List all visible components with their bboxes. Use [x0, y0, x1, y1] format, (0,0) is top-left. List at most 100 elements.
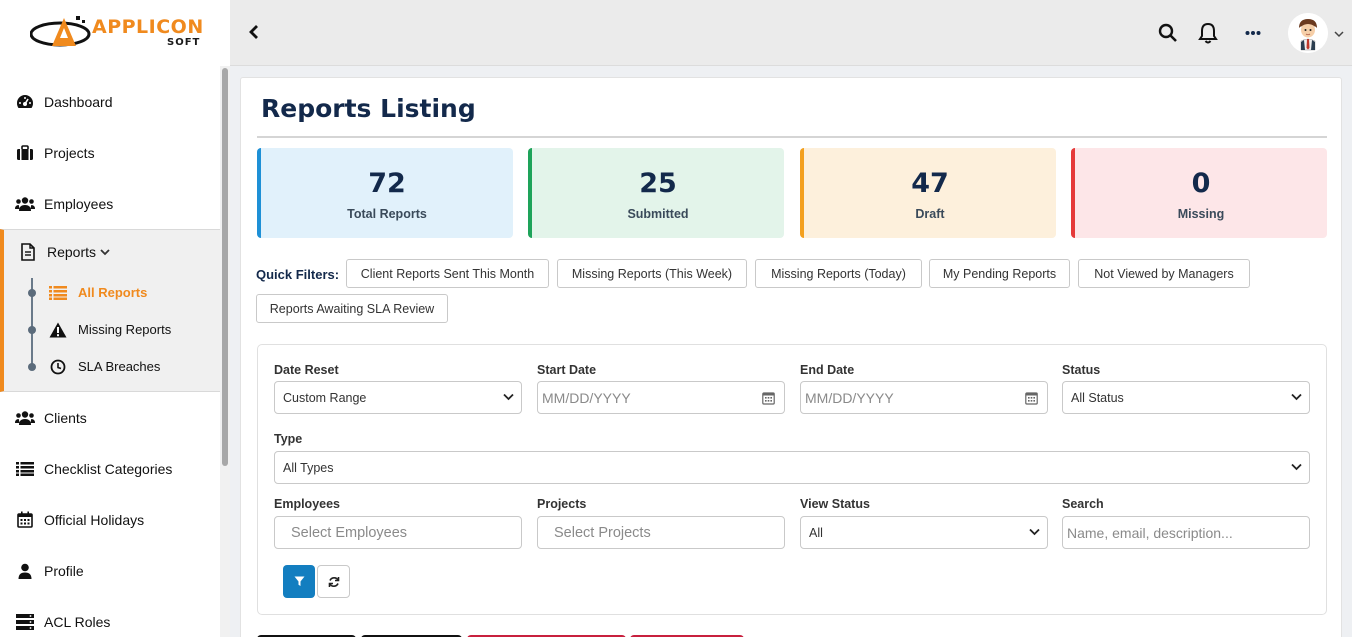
quick-filter-chip[interactable]: Reports Awaiting SLA Review — [256, 294, 448, 323]
filter-icon — [294, 576, 304, 586]
reset-filter-button[interactable] — [317, 565, 350, 598]
sidebar-item-acl-roles[interactable]: ACL Roles — [0, 596, 220, 637]
avatar[interactable] — [1288, 13, 1328, 53]
employees-label: Employees — [274, 497, 341, 511]
sidebar-item-employees[interactable]: Employees — [0, 178, 220, 229]
chevron-down-icon — [503, 393, 514, 401]
sidebar-item-label: Projects — [44, 144, 95, 161]
brand-name: APPLICON — [92, 16, 204, 38]
view-status-select[interactable]: All — [800, 516, 1048, 549]
user-icon — [15, 561, 35, 581]
stat-label: Submitted — [627, 207, 689, 221]
end-date-placeholder: MM/DD/YYYY — [805, 389, 894, 406]
sidebar-item-all-reports[interactable]: All Reports — [4, 274, 220, 311]
submenu-dot — [28, 326, 36, 334]
sidebar-item-label: Profile — [44, 562, 84, 579]
quick-filter-chip[interactable]: Client Reports Sent This Month — [346, 259, 549, 288]
sidebar-scrollbar[interactable] — [220, 66, 230, 637]
chevron-down-icon — [1029, 528, 1040, 536]
sidebar-item-projects[interactable]: Projects — [0, 127, 220, 178]
stat-label: Draft — [915, 207, 945, 221]
chevron-down-icon — [1291, 393, 1302, 401]
quick-filter-chip[interactable]: Missing Reports (Today) — [755, 259, 922, 288]
reports-submenu: All Reports Missing Reports SLA Breaches — [4, 274, 220, 391]
status-label: Status — [1062, 363, 1101, 377]
apply-filter-button[interactable] — [283, 565, 315, 598]
search-label: Search — [1062, 497, 1104, 511]
chevron-down-icon — [1334, 31, 1344, 38]
top-header — [230, 0, 1352, 66]
quick-filter-chip[interactable]: Missing Reports (This Week) — [557, 259, 747, 288]
sidebar-nav: Dashboard Projects Employees Reports All… — [0, 76, 220, 637]
projects-multiselect[interactable]: Select Projects — [537, 516, 785, 549]
search-placeholder: Name, email, description... — [1067, 524, 1233, 541]
sidebar-item-sla-breaches[interactable]: SLA Breaches — [4, 348, 220, 385]
sidebar-item-reports[interactable]: Reports — [4, 230, 220, 274]
search-icon — [1158, 23, 1177, 42]
search-input[interactable]: Name, email, description... — [1062, 516, 1310, 549]
sidebar: APPLICON SOFT Dashboard Projects Employe… — [0, 0, 230, 637]
sidebar-item-profile[interactable]: Profile — [0, 545, 220, 596]
sidebar-item-label: Missing Reports — [78, 322, 172, 337]
brand-sub: SOFT — [167, 37, 201, 48]
quick-filter-chip[interactable]: Not Viewed by Managers — [1078, 259, 1250, 288]
sidebar-item-label: Official Holidays — [44, 511, 145, 528]
users-icon — [15, 194, 35, 214]
sidebar-item-label: Checklist Categories — [44, 460, 173, 477]
avatar-icon — [1288, 13, 1328, 53]
start-date-input[interactable]: MM/DD/YYYY — [537, 381, 785, 414]
sidebar-item-dashboard[interactable]: Dashboard — [0, 76, 220, 127]
sidebar-item-official-holidays[interactable]: Official Holidays — [0, 494, 220, 545]
sidebar-item-missing-reports[interactable]: Missing Reports — [4, 311, 220, 348]
list-icon — [15, 459, 35, 479]
view-status-value: All — [809, 525, 823, 540]
quick-filters-label: Quick Filters: — [256, 267, 340, 282]
sidebar-item-label: Employees — [44, 195, 114, 212]
end-date-label: End Date — [800, 363, 855, 377]
search-button[interactable] — [1156, 21, 1180, 45]
stat-card-missing[interactable]: 0 Missing — [1071, 148, 1327, 238]
brand-logo[interactable]: APPLICON SOFT — [30, 12, 205, 54]
stat-card-total[interactable]: 72 Total Reports — [257, 148, 513, 238]
notifications-button[interactable] — [1196, 21, 1220, 45]
projects-placeholder: Select Projects — [554, 524, 651, 541]
stat-card-draft[interactable]: 47 Draft — [800, 148, 1056, 238]
type-label: Type — [274, 432, 303, 446]
employees-multiselect[interactable]: Select Employees — [274, 516, 522, 549]
submenu-dot — [28, 289, 36, 297]
briefcase-icon — [15, 143, 35, 163]
type-select[interactable]: All Types — [274, 451, 1310, 484]
back-button[interactable] — [244, 20, 264, 44]
employees-placeholder: Select Employees — [291, 524, 408, 541]
title-divider — [257, 136, 1327, 138]
reports-group: Reports All Reports Missing Reports SLA … — [0, 229, 220, 392]
calendar-icon — [15, 510, 35, 530]
bell-icon — [1198, 22, 1218, 44]
stat-label: Missing — [1177, 207, 1225, 221]
stat-value: 72 — [368, 168, 406, 199]
scrollbar-thumb[interactable] — [222, 68, 228, 466]
sidebar-item-label: Dashboard — [44, 93, 113, 110]
sidebar-item-label: Reports — [47, 244, 97, 260]
profile-menu-toggle[interactable] — [1334, 25, 1344, 43]
more-button[interactable] — [1241, 21, 1265, 45]
stat-card-submitted[interactable]: 25 Submitted — [528, 148, 784, 238]
warning-icon — [48, 320, 68, 340]
dashboard-icon — [15, 92, 35, 112]
sidebar-item-checklist-categories[interactable]: Checklist Categories — [0, 443, 220, 494]
quick-filter-chip[interactable]: My Pending Reports — [929, 259, 1070, 288]
document-icon — [18, 242, 38, 262]
filter-panel: Date Reset Custom Range Start Date MM/DD… — [257, 344, 1327, 615]
chevron-left-icon — [249, 25, 258, 39]
calendar-icon — [762, 392, 775, 405]
end-date-input[interactable]: MM/DD/YYYY — [800, 381, 1048, 414]
sidebar-item-clients[interactable]: Clients — [0, 392, 220, 443]
date-reset-select[interactable]: Custom Range — [274, 381, 522, 414]
date-reset-label: Date Reset — [274, 363, 339, 377]
clock-icon — [48, 357, 68, 377]
list-icon — [48, 283, 68, 303]
stat-value: 47 — [911, 168, 949, 199]
start-date-label: Start Date — [537, 363, 597, 377]
status-select[interactable]: All Status — [1062, 381, 1310, 414]
users-icon — [15, 408, 35, 428]
